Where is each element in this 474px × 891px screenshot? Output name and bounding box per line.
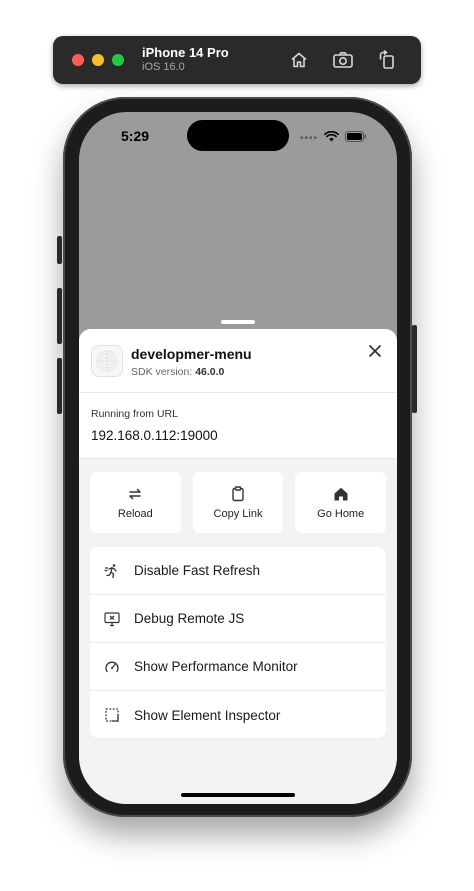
gauge-icon [102,657,122,677]
home-indicator[interactable] [181,793,295,797]
status-icons: •••• [300,129,367,147]
close-button[interactable] [367,343,383,359]
developer-menu-sheet: developmer-menu SDK version: 46.0.0 Runn… [79,329,397,804]
sheet-grabber[interactable] [221,320,255,324]
monitor-debug-icon [102,609,122,629]
screenshot-icon[interactable] [331,48,355,72]
simulator-toolbar: iPhone 14 Pro iOS 16.0 [53,36,421,84]
phone-power-button [412,325,417,413]
home-icon [334,487,348,500]
sdk-version-label: SDK version: [131,366,193,378]
home-icon[interactable] [287,48,311,72]
sdk-version-line: SDK version: 46.0.0 [131,366,224,378]
dynamic-island [187,120,289,151]
reload-button[interactable]: Reload [90,472,181,533]
disable-fast-refresh-label: Disable Fast Refresh [134,563,261,578]
go-home-button[interactable]: Go Home [295,472,387,533]
minimize-window-button[interactable] [92,54,104,66]
copy-link-button[interactable]: Copy Link [192,472,284,533]
url-value: 192.168.0.112:19000 [91,428,218,443]
reload-label: Reload [117,507,153,520]
wifi-icon [324,129,339,147]
url-label: Running from URL [91,408,178,420]
app-name: developmer-menu [131,346,252,362]
battery-icon [345,129,367,147]
phone-side-button [57,288,62,344]
action-buttons: Reload Copy Link Go Home [90,472,387,533]
show-performance-monitor-label: Show Performance Monitor [134,659,298,674]
close-window-button[interactable] [72,54,84,66]
inspector-icon [102,705,122,725]
window-controls [72,54,124,66]
signal-dots-icon: •••• [299,132,318,144]
close-icon [369,345,381,357]
sdk-version-value: 46.0.0 [195,366,225,378]
status-time: 5:29 [121,128,150,144]
url-section: Running from URL 192.168.0.112:19000 [79,393,397,459]
disable-fast-refresh-item[interactable]: Disable Fast Refresh [90,547,386,595]
dev-menu-list: Disable Fast Refresh Debug Remote JS Sho… [90,547,386,738]
phone-side-button [57,358,62,414]
go-home-label: Go Home [317,507,365,520]
sheet-header: developmer-menu SDK version: 46.0.0 [79,329,397,393]
reload-icon [129,488,142,499]
show-element-inspector-item[interactable]: Show Element Inspector [90,691,386,738]
debug-remote-js-item[interactable]: Debug Remote JS [90,595,386,643]
debug-remote-js-label: Debug Remote JS [134,611,245,626]
copy-link-label: Copy Link [213,507,263,520]
show-performance-monitor-item[interactable]: Show Performance Monitor [90,643,386,691]
zoom-window-button[interactable] [112,54,124,66]
runner-icon [102,561,122,581]
device-name: iPhone 14 Pro [142,45,229,61]
clipboard-icon [232,485,244,501]
phone-screen: 5:29 •••• developmer-menu SDK version: 4… [79,112,397,804]
toolbar-actions [287,48,399,72]
device-info: iPhone 14 Pro iOS 16.0 [142,45,229,74]
app-icon [91,345,123,377]
show-element-inspector-label: Show Element Inspector [134,707,281,723]
rotate-icon[interactable] [375,48,399,72]
phone-side-button [57,236,62,264]
device-os-version: iOS 16.0 [142,61,185,74]
